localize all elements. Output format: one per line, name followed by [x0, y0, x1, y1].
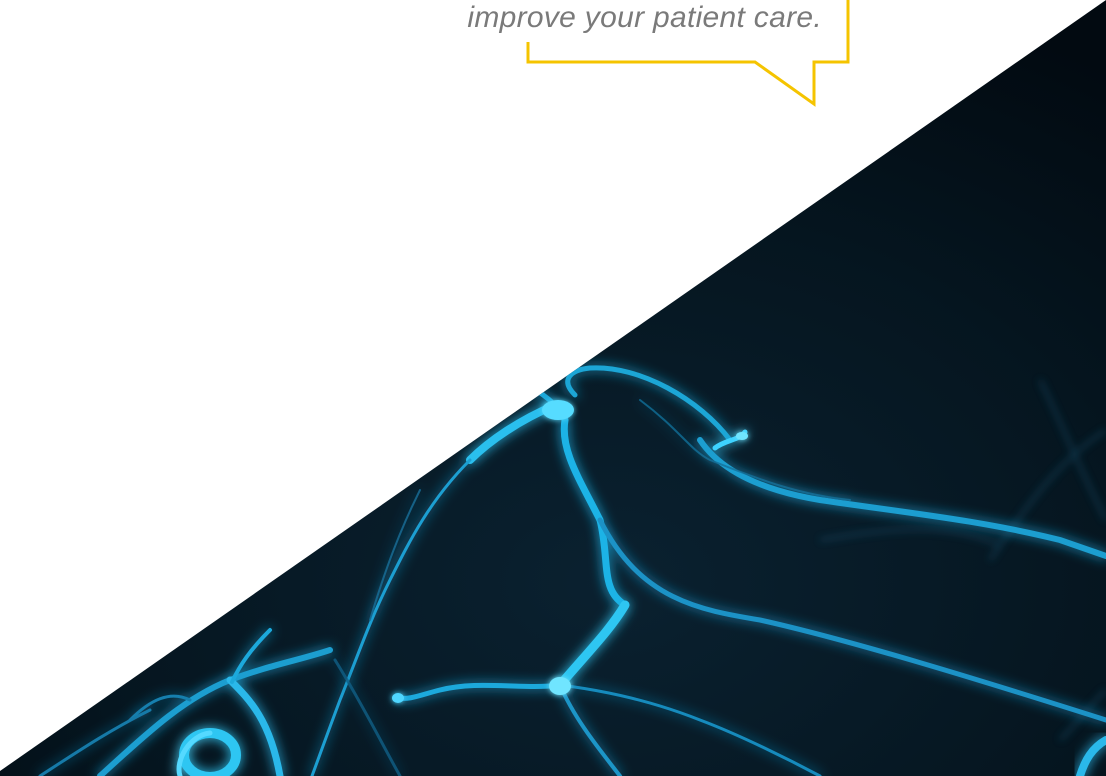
quote-text: improve your patient care. [467, 1, 822, 34]
hero-section: improve your patient care. [0, 0, 1106, 776]
neuron-background-image [0, 0, 1106, 776]
